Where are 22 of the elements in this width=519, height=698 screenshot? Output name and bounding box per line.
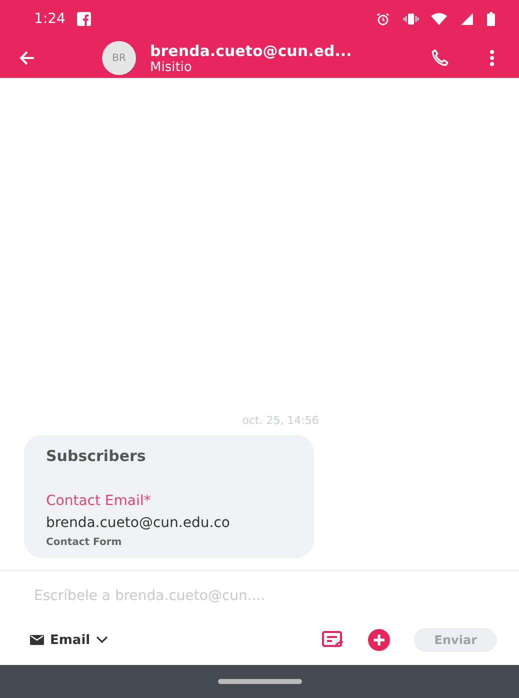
status-time: 1:24	[34, 11, 66, 27]
phone-icon	[429, 47, 451, 69]
message-heading: Subscribers	[46, 447, 147, 465]
field-value: brenda.cueto@cun.edu.co	[46, 515, 231, 531]
chevron-down-icon	[96, 636, 108, 644]
signal-icon	[459, 12, 475, 26]
contact-title: brenda.cueto@cun.ed...	[150, 42, 353, 60]
vibrate-icon	[403, 12, 419, 26]
contact-subtitle: Misitio	[150, 60, 193, 74]
more-icon	[489, 48, 495, 68]
avatar: BR	[102, 41, 136, 75]
plus-icon	[368, 629, 390, 651]
arrow-left-icon	[18, 49, 36, 67]
alarm-icon	[375, 12, 391, 26]
message-source: Contact Form	[46, 537, 123, 548]
facebook-icon	[77, 12, 92, 26]
field-label: Contact Email*	[46, 493, 152, 509]
envelope-icon	[30, 635, 44, 645]
battery-icon	[487, 12, 495, 26]
wifi-icon	[431, 12, 447, 26]
home-handle[interactable]	[218, 679, 302, 684]
channel-selector[interactable]: Email	[30, 632, 108, 648]
